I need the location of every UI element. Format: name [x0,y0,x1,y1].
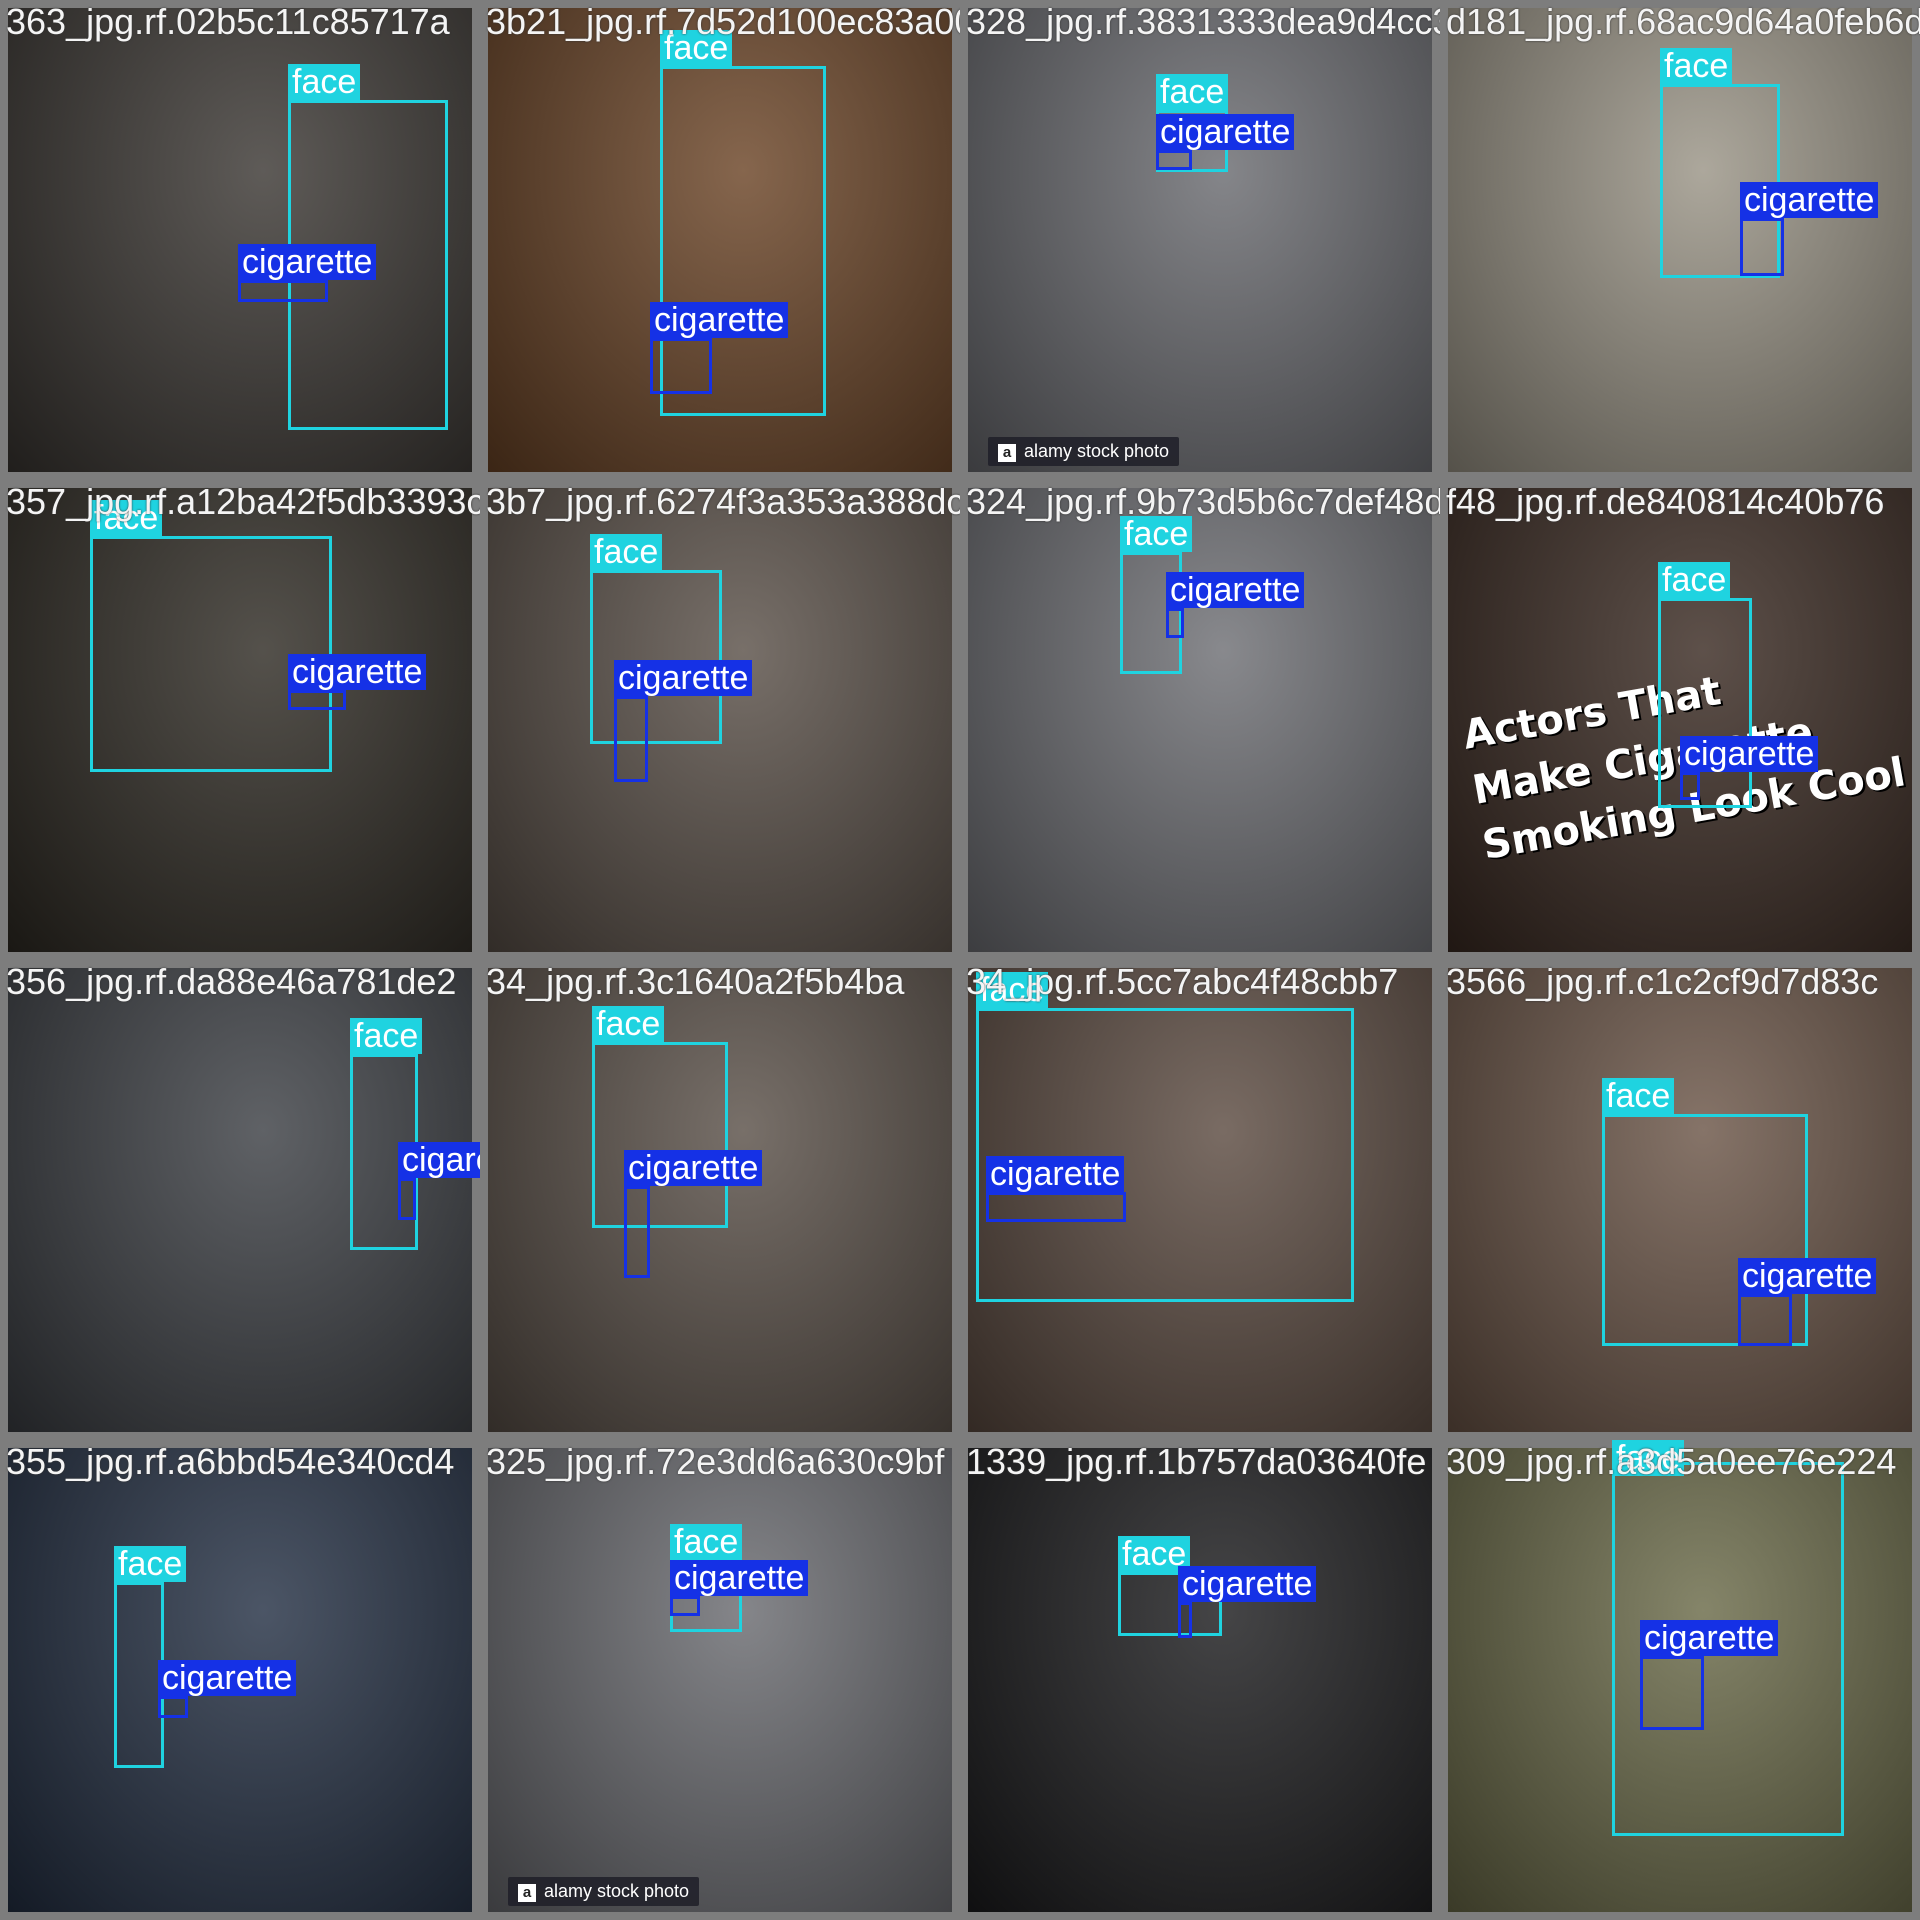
tile-photo [488,1448,952,1912]
cigarette-label: cigarette [624,1150,763,1186]
face-bounding-box [590,570,722,744]
tile-filename: 324_jpg.rf.9b73d5b6c7def48d [966,481,1440,522]
tile-filename: 34_jpg.rf.3c1640a2f5b4ba [486,961,905,1002]
face-label: face [1660,48,1733,84]
cigarette-label: cigarette [398,1142,480,1178]
face-bounding-box [1658,598,1752,808]
tile-filename: f48_jpg.rf.de840814c40b76 [1446,481,1885,522]
photo-shading [968,1448,1432,1912]
mosaic-tile: 34_jpg.rf.5cc7abc4f48cbb7 face cigarette [960,960,1440,1440]
mosaic-tile: 34_jpg.rf.3c1640a2f5b4baface cigarette [480,960,960,1440]
face-label: face [670,1524,743,1560]
tile-filename: 357_jpg.rf.a12ba42f5db3393c [6,481,480,522]
watermark-badge: a alamy stock photo [508,1877,700,1906]
cigarette-label: cigarette [238,244,377,280]
tile-filename: 325_jpg.rf.72e3dd6a630c9bf [486,1441,945,1482]
face-label: face [350,1018,423,1054]
mosaic-tile: d181_jpg.rf.68ac9d64a0feb6d97face cigaret… [1440,0,1920,480]
mosaic-tile: 324_jpg.rf.9b73d5b6c7def48d face cigarette [960,480,1440,960]
cigarette-label: cigarette [1178,1566,1317,1602]
cigarette-label: cigarette [1740,182,1879,218]
tile-photo [968,488,1432,952]
cigarette-label: cigarette [986,1156,1125,1192]
watermark-text: alamy stock photo [1024,441,1170,461]
mosaic-tile: 3b21_jpg.rf.7d52d100ec83a008bfacecigaret… [480,0,960,480]
mosaic-tile: 355_jpg.rf.a6bbd54e340cd4face cigarette [0,1440,480,1920]
tile-filename: 34_jpg.rf.5cc7abc4f48cbb7 [966,961,1399,1002]
face-bounding-box [114,1582,164,1768]
tile-filename: 309_jpg.rf.a3d5a0ee76e224 [1446,1441,1897,1482]
mosaic-tile: 3b7_jpg.rf.6274f3a353a388dc08face cigaret… [480,480,960,960]
mosaic-tile: 363_jpg.rf.02b5c11c85717aface cigarette [0,0,480,480]
mosaic-tile: 1339_jpg.rf.1b757da03640fe face cigarette [960,1440,1440,1920]
mosaic-grid: 363_jpg.rf.02b5c11c85717a face cigarette 3b… [0,0,1920,1920]
photo-shading [488,1448,952,1912]
cigarette-bounding-box [398,1178,416,1220]
face-label: face [590,534,663,570]
tile-filename: 355_jpg.rf.a6bbd54e340cd4 [6,1441,455,1482]
face-label: face [114,1546,187,1582]
face-label: face [1658,562,1731,598]
cigarette-bounding-box [1166,608,1184,638]
tile-filename: 328_jpg.rf.3831333dea9d4cc3f [966,1,1440,42]
cigarette-label: cigarette [158,1660,297,1696]
watermark-badge: a alamy stock photo [988,437,1180,466]
cigarette-label: cigarette [614,660,753,696]
tile-filename: 1339_jpg.rf.1b757da03640fe [966,1441,1427,1482]
mosaic-tile: 325_jpg.rf.72e3dd6a630c9bfa alamy stock p… [480,1440,960,1920]
watermark-logo-icon: a [518,1884,536,1902]
cigarette-bounding-box [238,280,328,302]
tile-filename: 363_jpg.rf.02b5c11c85717a [6,1,450,42]
watermark-text: alamy stock photo [544,1881,690,1901]
mosaic-tile: 328_jpg.rf.3831333dea9d4cc3fa alamy stock… [960,0,1440,480]
cigarette-label: cigarette [650,302,789,338]
cigarette-bounding-box [624,1186,650,1278]
tile-filename: 3b7_jpg.rf.6274f3a353a388dc08 [486,481,960,522]
cigarette-label: cigarette [288,654,427,690]
cigarette-bounding-box [1680,772,1700,800]
mosaic-tile: f48_jpg.rf.de840814c40b76 Actors That Make… [1440,480,1920,960]
photo-shading [968,488,1432,952]
cigarette-bounding-box [986,1192,1126,1222]
cigarette-bounding-box [288,690,346,710]
face-bounding-box [592,1042,728,1228]
cigarette-label: cigarette [1738,1258,1877,1294]
cigarette-bounding-box [1178,1602,1192,1638]
face-label: face [288,64,361,100]
cigarette-bounding-box [1640,1656,1704,1730]
cigarette-label: cigarette [1680,736,1819,772]
mosaic-tile: 356_jpg.rf.da88e46a781de2face cigarette [0,960,480,1440]
mosaic-tile: 309_jpg.rf.a3d5a0ee76e224 face cigarette [1440,1440,1920,1920]
mosaic-tile: 3566_jpg.rf.c1c2cf9d7d83cface cigarette [1440,960,1920,1440]
cigarette-bounding-box [158,1696,188,1718]
watermark-logo-icon: a [998,444,1016,462]
tile-filename: 3566_jpg.rf.c1c2cf9d7d83c [1446,961,1879,1002]
face-label: face [1156,74,1229,110]
tile-filename: 356_jpg.rf.da88e46a781de2 [6,961,457,1002]
cigarette-bounding-box [650,338,712,394]
cigarette-label: cigarette [1166,572,1305,608]
tile-filename: d181_jpg.rf.68ac9d64a0feb6d97 [1446,1,1920,42]
cigarette-label: cigarette [670,1560,809,1596]
cigarette-bounding-box [1738,1294,1792,1346]
cigarette-bounding-box [1156,150,1192,170]
cigarette-bounding-box [1740,218,1784,276]
face-label: face [592,1006,665,1042]
cigarette-bounding-box [670,1596,700,1616]
face-label: face [1602,1078,1675,1114]
tile-photo [968,1448,1432,1912]
cigarette-bounding-box [614,696,648,782]
cigarette-label: cigarette [1640,1620,1779,1656]
cigarette-label: cigarette [1156,114,1295,150]
mosaic-tile: 357_jpg.rf.a12ba42f5db3393c face cigarette [0,480,480,960]
tile-filename: 3b21_jpg.rf.7d52d100ec83a008b [486,1,960,42]
